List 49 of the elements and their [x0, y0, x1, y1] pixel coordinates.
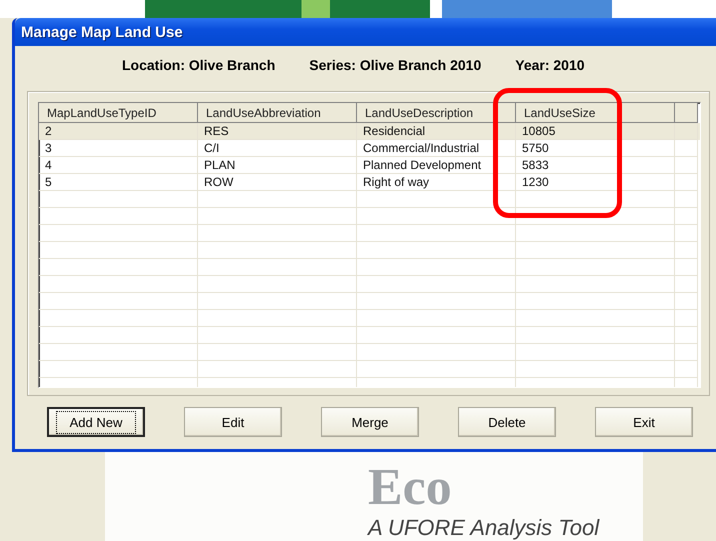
info-label: Series: Olive Branch 2010 [309, 57, 482, 75]
table-cell: 1230 [516, 174, 675, 191]
empty-cell [675, 276, 698, 293]
window-title: Manage Map Land Use [21, 24, 183, 40]
tagline: A UFORE Analysis Tool [368, 516, 601, 540]
dialog-button[interactable]: Add New [47, 407, 145, 437]
table-row[interactable]: 5 ROW Right of way 1230 [39, 174, 700, 191]
empty-cell [675, 344, 698, 361]
empty-cell [675, 225, 698, 242]
table-cell: 5750 [516, 140, 675, 157]
column-header[interactable]: LandUseSize [516, 103, 675, 123]
empty-cell [675, 140, 698, 157]
table-row[interactable]: 3 C/I Commercial/Industrial 5750 [39, 140, 700, 157]
column-header[interactable]: MapLandUseTypeID [39, 103, 198, 123]
empty-cell [675, 310, 698, 327]
table-cell: ROW [198, 174, 357, 191]
column-header[interactable]: LandUseDescription [357, 103, 516, 123]
empty-cell [675, 191, 698, 208]
table-row[interactable]: 2 RES Residencial 10805 [39, 123, 700, 140]
table-row[interactable]: 4 PLAN Planned Development 5833 [39, 157, 700, 174]
table-cell: Planned Development [357, 157, 516, 174]
info-label: Location: Olive Branch [122, 57, 276, 75]
empty-cell [675, 327, 698, 344]
empty-cell [675, 361, 698, 378]
table-cell: Residencial [357, 123, 516, 140]
table-cell: Commercial/Industrial [357, 140, 516, 157]
table-cell: 3 [39, 140, 198, 157]
empty-cell [675, 174, 698, 191]
table-cell: 5833 [516, 157, 675, 174]
empty-cell [675, 259, 698, 276]
table-cell: 4 [39, 157, 198, 174]
table-cell: RES [198, 123, 357, 140]
info-label: Year: 2010 [515, 57, 585, 75]
dialog-button[interactable]: Exit [595, 407, 693, 437]
column-header[interactable]: LandUseAbbreviation [198, 103, 357, 123]
table-cell: Right of way [357, 174, 516, 191]
empty-cell [675, 293, 698, 310]
table-cell: PLAN [198, 157, 357, 174]
empty-cell [675, 242, 698, 259]
table-cell: 5 [39, 174, 198, 191]
dialog-button[interactable]: Merge [321, 407, 419, 437]
table-cell: C/I [198, 140, 357, 157]
logo-text: Eco [368, 460, 453, 516]
dialog-button[interactable]: Edit [184, 407, 282, 437]
empty-cell [675, 208, 698, 225]
table-cell: 2 [39, 123, 198, 140]
empty-cell [675, 157, 698, 174]
table-cell: 10805 [516, 123, 675, 140]
dialog-button[interactable]: Delete [458, 407, 556, 437]
